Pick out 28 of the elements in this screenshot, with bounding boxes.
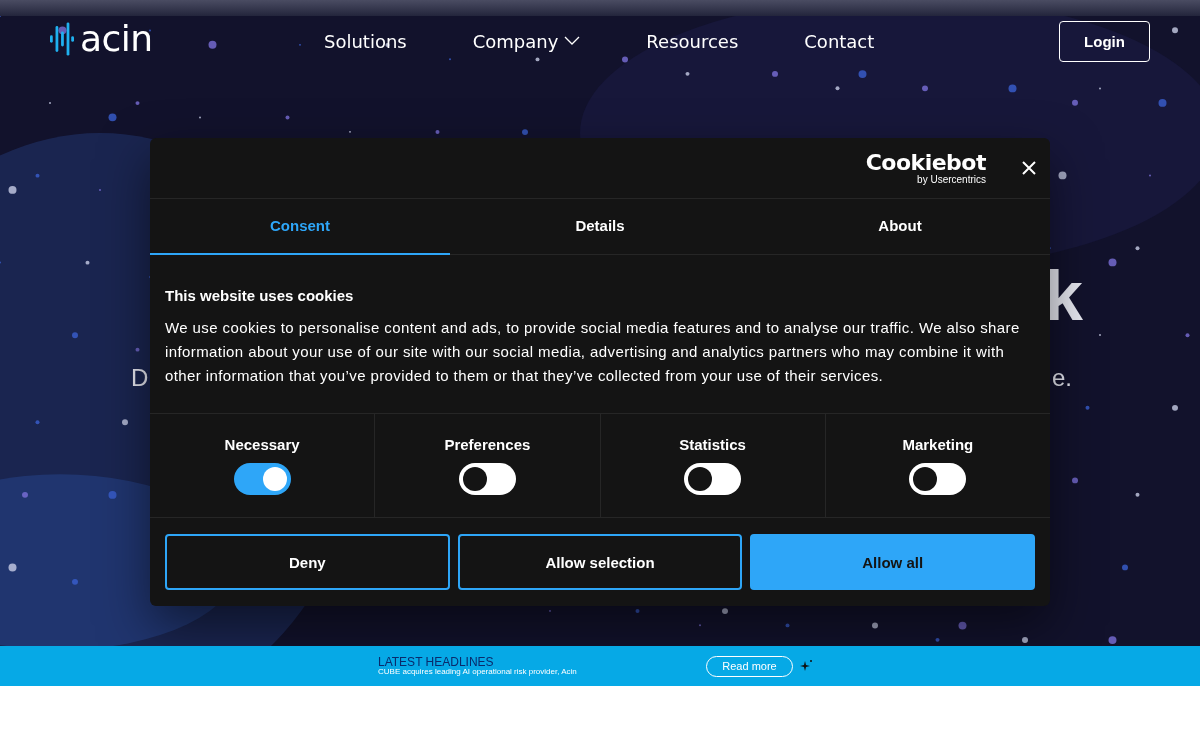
dialog-text: We use cookies to personalise content and ads, to provide social media features and to analyse our traffic. We also share information about your use of our site with our social media, advertising and analytics partners who may combine it with other information that you’ve provided to them or that they’ve collected from your use of their services. [165, 318, 1021, 386]
nav-link[interactable]: Solutions [324, 30, 407, 52]
toggle-switch[interactable] [909, 463, 967, 495]
nav-link[interactable]: Resources [646, 30, 739, 52]
toggle-switch[interactable] [684, 463, 742, 495]
dialog-tab[interactable]: Consent [150, 199, 450, 255]
nav-link[interactable]: Contact [804, 30, 875, 52]
toggle-switch[interactable] [458, 463, 516, 495]
banner-title: LATEST HEADLINES [378, 655, 495, 669]
consent-button[interactable]: Allow all [750, 534, 1035, 590]
toggle-label: Necessary [224, 436, 300, 453]
toggle-label: Marketing [902, 436, 974, 453]
logo-text[interactable]: acin [80, 19, 153, 59]
toggle-label: Preferences [444, 436, 531, 453]
toggle-switch[interactable] [233, 463, 291, 495]
consent-button[interactable]: Deny [165, 534, 450, 590]
hero-subtitle: D [131, 364, 149, 392]
hero-subtitle: e. [1052, 364, 1072, 392]
toggle-label: Statistics [679, 436, 746, 453]
dialog-tab[interactable]: About [750, 199, 1050, 255]
consent-button[interactable]: Allow selection [457, 534, 743, 590]
banner-text: CUBE acquires leading AI operational risk provider, Acin [378, 668, 578, 677]
close-icon[interactable] [1022, 161, 1036, 175]
cookiebot-logo: Cookiebot by Usercentrics [865, 151, 986, 185]
dialog-heading: This website uses cookies [165, 287, 355, 304]
login-button[interactable]: Login [1059, 20, 1150, 62]
dialog-tab[interactable]: Details [450, 199, 750, 255]
nav-link[interactable]: Company [472, 30, 581, 52]
